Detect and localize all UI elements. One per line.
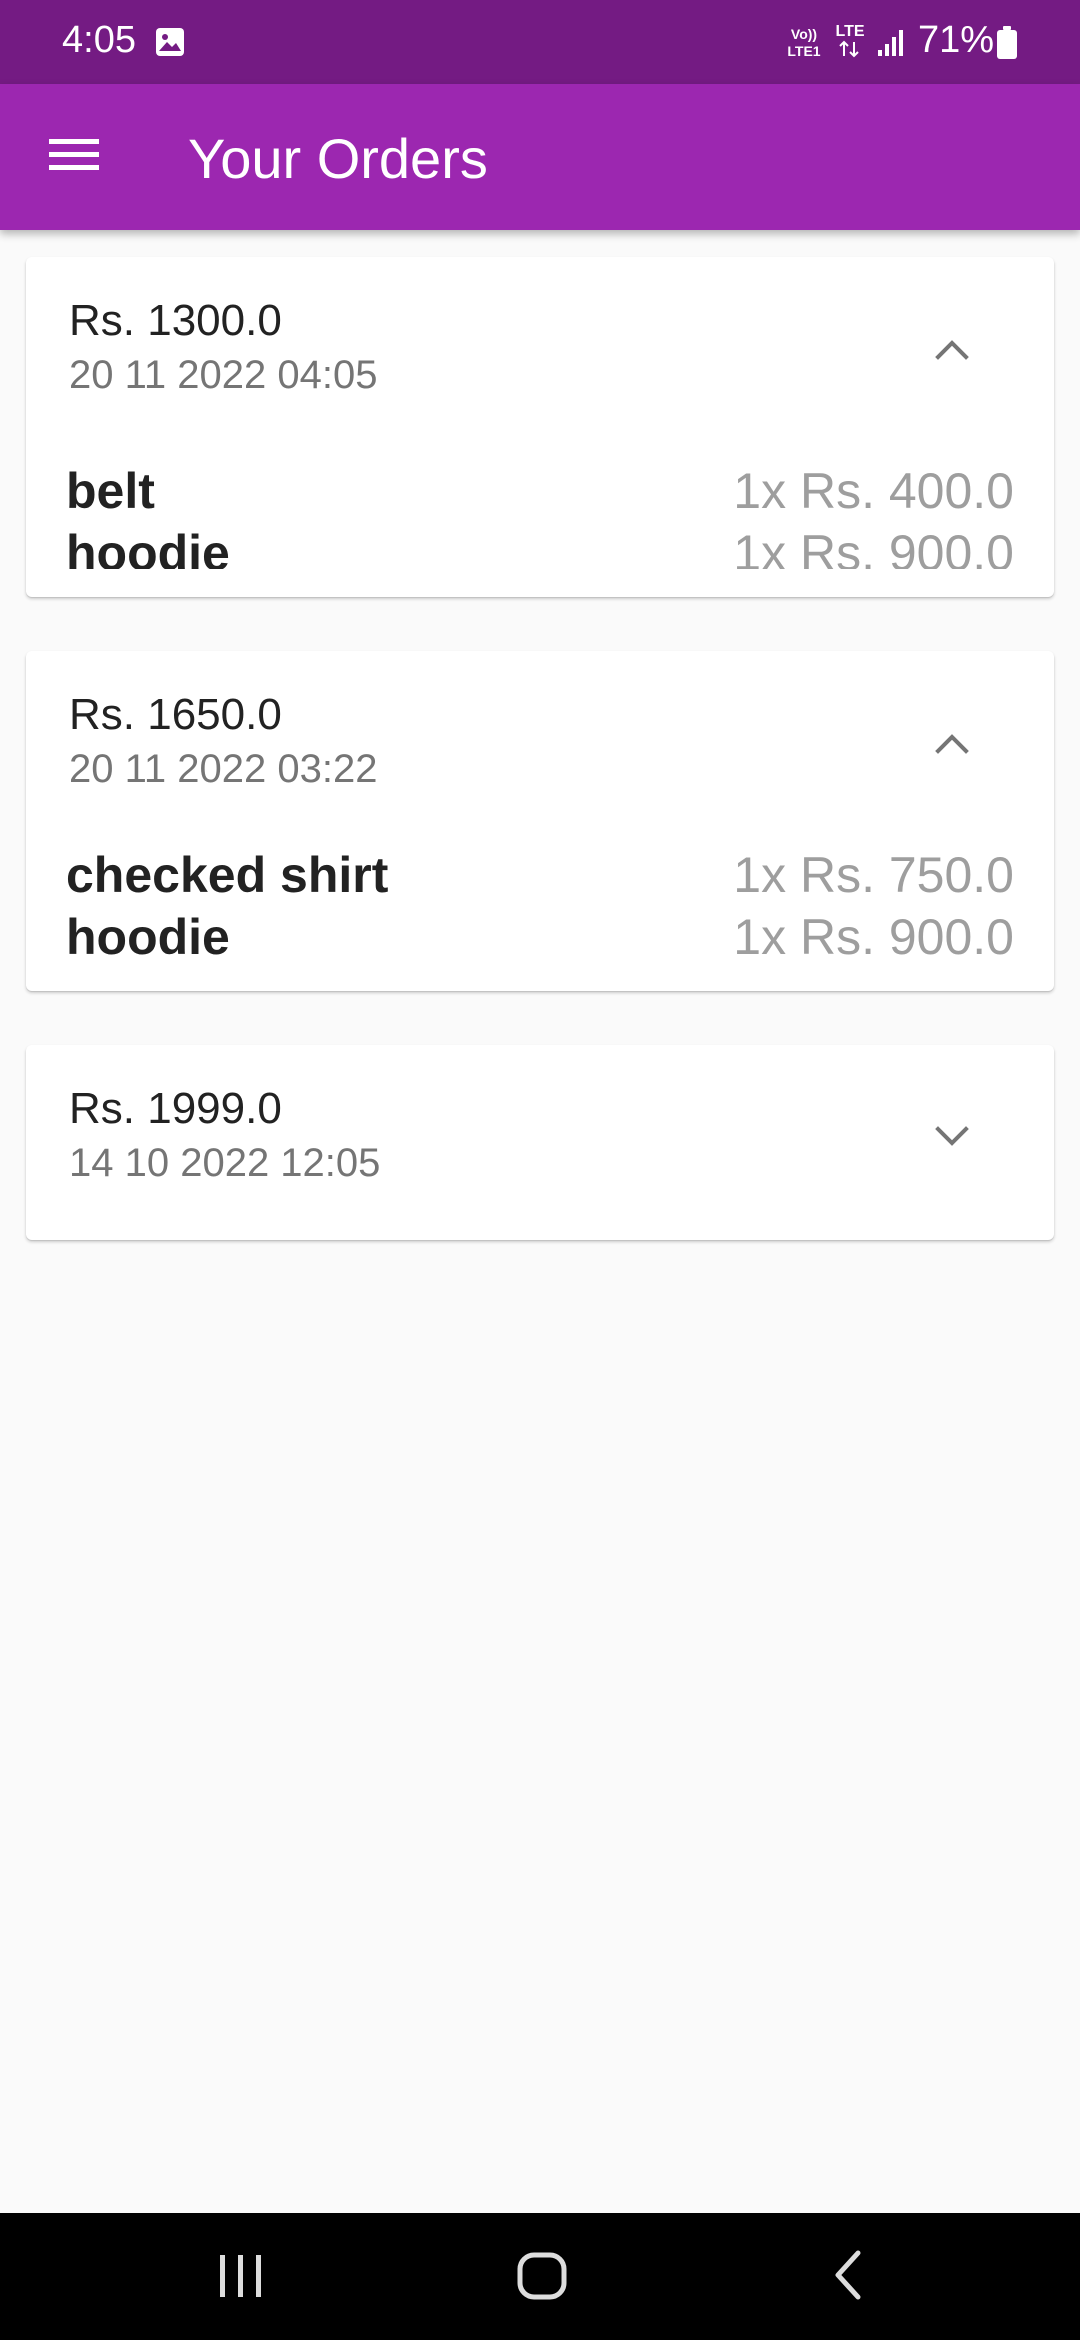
item-name: hoodie	[66, 909, 230, 965]
order-item: checked shirt 1x Rs. 750.0	[66, 844, 1014, 906]
home-icon[interactable]	[502, 2247, 582, 2312]
back-icon[interactable]	[820, 2245, 880, 2310]
lte-data-icon: LTE	[832, 20, 868, 65]
order-card[interactable]: Rs. 1999.0 14 10 2022 12:05	[26, 1045, 1054, 1240]
order-total: Rs. 1999.0	[69, 1084, 282, 1133]
order-date: 20 11 2022 03:22	[69, 747, 378, 791]
item-quantity-price: 1x Rs. 400.0	[733, 463, 1014, 519]
order-item: hoodie 1x Rs. 900.0	[66, 906, 1014, 968]
order-items: checked shirt 1x Rs. 750.0 hoodie 1x Rs.…	[66, 844, 1014, 974]
status-time: 4:05	[62, 19, 136, 61]
chevron-up-icon	[934, 731, 970, 760]
collapse-order-button[interactable]	[906, 311, 998, 391]
collapse-order-button[interactable]	[906, 705, 998, 785]
volte-icon: Vo)) LTE1	[783, 24, 825, 65]
order-items: belt 1x Rs. 400.0 hoodie 1x Rs. 900.0	[66, 460, 1014, 569]
gallery-notification-icon	[154, 26, 186, 63]
order-item: hoodie 1x Rs. 900.0	[66, 522, 1014, 569]
signal-strength-icon	[876, 28, 906, 63]
item-name: belt	[66, 463, 155, 519]
order-total: Rs. 1650.0	[69, 690, 282, 739]
status-bar: 4:05 Vo)) LTE1 LTE 71%	[0, 0, 1080, 84]
system-nav-bar	[0, 2213, 1080, 2340]
chevron-up-icon	[934, 337, 970, 366]
order-item: belt 1x Rs. 400.0	[66, 460, 1014, 522]
battery-icon	[996, 26, 1018, 65]
svg-text:LTE: LTE	[835, 23, 864, 40]
order-date: 20 11 2022 04:05	[69, 353, 378, 397]
expand-order-button[interactable]	[906, 1099, 998, 1179]
menu-button[interactable]	[30, 124, 118, 190]
item-quantity-price: 1x Rs. 750.0	[733, 847, 1014, 903]
order-card[interactable]: Rs. 1650.0 20 11 2022 03:22 checked shir…	[26, 651, 1054, 991]
item-quantity-price: 1x Rs. 900.0	[733, 525, 1014, 569]
page-title: Your Orders	[188, 127, 488, 190]
battery-percent: 71%	[918, 19, 995, 61]
hamburger-menu-icon	[49, 137, 99, 178]
recents-icon[interactable]	[200, 2245, 280, 2310]
svg-text:Vo)): Vo))	[791, 26, 817, 42]
order-date: 14 10 2022 12:05	[69, 1141, 381, 1185]
item-name: hoodie	[66, 525, 230, 569]
order-total: Rs. 1300.0	[69, 296, 282, 345]
item-quantity-price: 1x Rs. 900.0	[733, 909, 1014, 965]
order-card[interactable]: Rs. 1300.0 20 11 2022 04:05 belt 1x Rs. …	[26, 257, 1054, 597]
item-name: checked shirt	[66, 847, 389, 903]
app-bar: Your Orders	[0, 84, 1080, 230]
chevron-down-icon	[934, 1125, 970, 1154]
svg-text:LTE1: LTE1	[787, 43, 820, 59]
